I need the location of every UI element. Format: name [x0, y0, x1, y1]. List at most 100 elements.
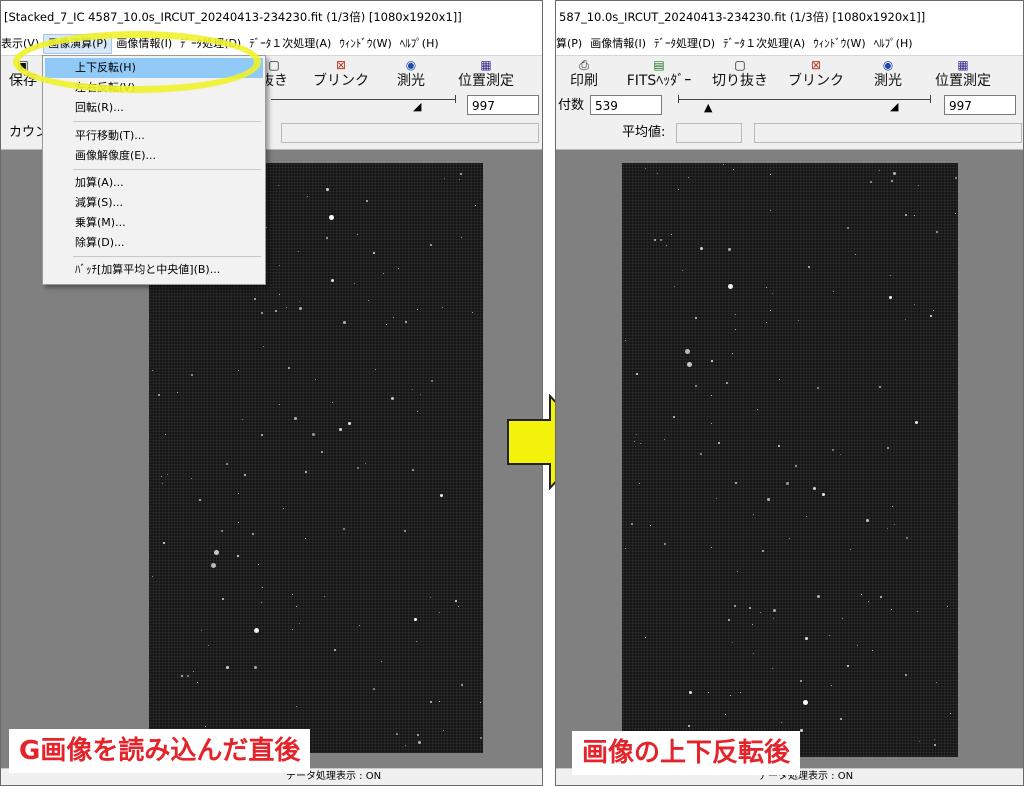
star-point [737, 571, 738, 572]
star-point [861, 594, 862, 595]
blink-button[interactable]: ⊠ ブリンク [788, 57, 844, 93]
slider-max-field[interactable]: 997 [467, 95, 539, 115]
slider-min-field[interactable]: 539 [590, 95, 662, 115]
star-point [414, 618, 417, 621]
star-point [711, 547, 712, 548]
star-point [339, 428, 342, 431]
slider-row: 付数 539 ▲ ◢ 997 [556, 93, 1023, 120]
count-label: 付数 [558, 98, 585, 113]
menu-window[interactable]: ｳｨﾝﾄﾞｳ(W) [809, 33, 869, 55]
star-point [315, 379, 316, 380]
crop-button[interactable]: ▢ 切り抜き [710, 57, 770, 93]
menu-separator [73, 121, 261, 122]
star-point [689, 691, 692, 694]
star-point [700, 453, 702, 455]
star-point [800, 680, 802, 682]
star-point [749, 607, 751, 609]
star-point [905, 319, 906, 320]
star-point [934, 744, 936, 746]
blink-icon: ⊠ [335, 58, 347, 72]
star-point [808, 266, 810, 268]
star-point [455, 600, 457, 602]
star-point [252, 533, 254, 535]
star-point [767, 498, 770, 501]
menu-primary-processing[interactable]: ﾃﾞｰﾀ１次処理(A) [719, 33, 809, 55]
star-point [734, 605, 736, 607]
star-point [254, 666, 257, 669]
menu-item-rotate[interactable]: 回転(R)... [45, 98, 263, 118]
menu-item-multiply[interactable]: 乗算(M)... [45, 213, 263, 233]
star-point [354, 283, 355, 284]
star-point [430, 597, 431, 598]
menu-window[interactable]: ｳｨﾝﾄﾞｳ(W) [335, 33, 395, 55]
star-point [439, 612, 440, 613]
star-point [312, 433, 315, 436]
star-point [237, 555, 239, 557]
star-point [773, 618, 774, 619]
star-point [847, 665, 849, 667]
star-point [766, 322, 767, 323]
slider-max-field[interactable]: 997 [944, 95, 1016, 115]
caption-before: G画像を読み込んだ直後 [9, 729, 311, 773]
star-point [181, 675, 183, 677]
photometry-button[interactable]: ◉ 測光 [391, 57, 431, 93]
menu-item-batch[interactable]: ﾊﾞｯﾁ[加算平均と中央値](B)... [45, 260, 263, 280]
star-point [460, 173, 462, 175]
star-point [326, 237, 328, 239]
star-point [261, 602, 262, 603]
star-point [773, 609, 776, 612]
astrometry-button[interactable]: ▦ 位置測定 [928, 57, 998, 93]
star-point [708, 692, 709, 693]
menu-data-processing[interactable]: ﾃﾞｰﾀ処理(D) [650, 33, 719, 55]
star-point [840, 454, 841, 455]
fits-header-button[interactable]: ▤ FITSﾍｯﾀﾞｰ [622, 57, 696, 93]
star-point [933, 310, 934, 311]
star-point [803, 700, 808, 705]
star-point [238, 522, 239, 523]
star-point [461, 684, 463, 686]
menu-help[interactable]: ﾍﾙﾌﾟ(H) [396, 33, 443, 55]
star-point [201, 630, 202, 631]
highlight-annotation [13, 31, 261, 93]
star-point [905, 674, 907, 676]
star-point [299, 623, 300, 624]
star-point [439, 701, 440, 702]
slider-track[interactable] [271, 99, 455, 100]
menu-item-divide[interactable]: 除算(D)... [45, 233, 263, 253]
star-point [891, 180, 893, 182]
star-point [242, 419, 243, 420]
menu-image-info[interactable]: 画像情報(I) [586, 33, 650, 55]
star-point [262, 587, 263, 588]
star-point [914, 215, 915, 216]
blink-button[interactable]: ⊠ ブリンク [313, 57, 369, 93]
star-point [442, 307, 443, 308]
star-point [695, 385, 697, 387]
star-point [305, 538, 306, 539]
star-point [359, 625, 360, 626]
star-point [244, 474, 246, 476]
photometry-button[interactable]: ◉ 測光 [868, 57, 908, 93]
star-point [254, 298, 256, 300]
star-point [740, 692, 741, 693]
star-point [678, 189, 679, 190]
menu-primary-processing[interactable]: ﾃﾞｰﾀ１次処理(A) [245, 33, 335, 55]
menu-help[interactable]: ﾍﾙﾌﾟ(H) [870, 33, 917, 55]
star-point [786, 482, 789, 485]
menu-image-operations[interactable]: 算(P) [556, 33, 586, 55]
menu-item-add[interactable]: 加算(A)... [45, 173, 263, 193]
star-point [299, 307, 302, 310]
menu-item-translate[interactable]: 平行移動(T)... [45, 126, 263, 146]
menu-item-resolution[interactable]: 画像解像度(E)... [45, 146, 263, 166]
print-button[interactable]: ⎙ 印刷 [562, 57, 606, 93]
menu-item-subtract[interactable]: 減算(S)... [45, 193, 263, 213]
star-point [640, 443, 641, 444]
astrometry-button[interactable]: ▦ 位置測定 [451, 57, 521, 93]
star-point [711, 360, 713, 362]
star-point [418, 741, 421, 744]
star-point [682, 270, 683, 271]
star-point [893, 172, 896, 175]
star-point [664, 543, 666, 545]
star-point [417, 309, 418, 310]
star-point [752, 624, 753, 625]
star-point [770, 310, 771, 311]
